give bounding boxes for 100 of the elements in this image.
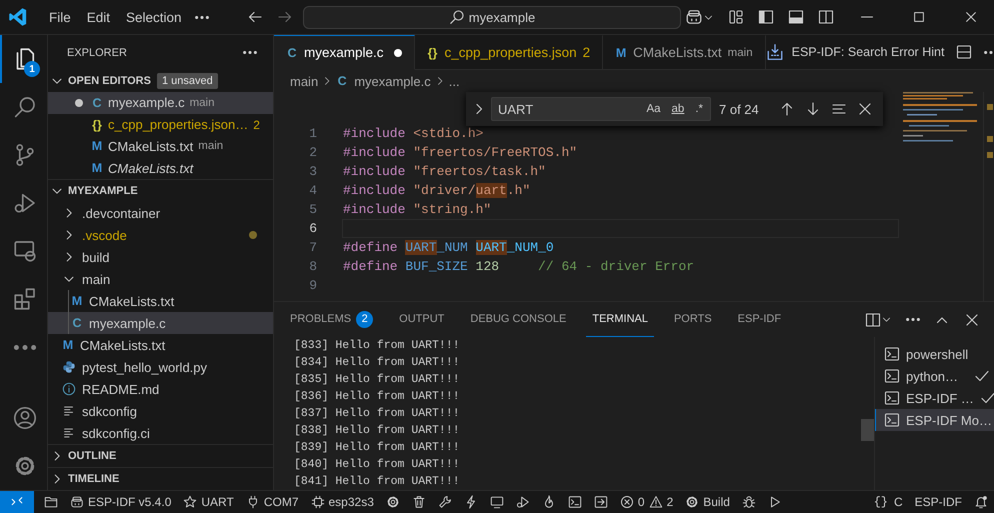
error-icon	[620, 495, 634, 509]
panel-tab[interactable]: PROBLEMS 2	[284, 302, 380, 337]
panel-tab[interactable]: OUTPUT	[393, 302, 450, 337]
open-editor-item[interactable]: M CMakeLists.txt	[48, 157, 273, 179]
code-line: #include "freertos/task.h"	[343, 164, 546, 179]
command-center-search[interactable]: myexample	[303, 6, 681, 28]
terminal-line: [840] Hello from UART!!!	[294, 457, 461, 473]
line-number: 1	[308, 126, 317, 141]
more-icon	[194, 16, 209, 18]
find-option-toggle[interactable]: ab	[668, 101, 688, 117]
arrow-right-icon	[277, 9, 293, 25]
play-bug-icon	[12, 191, 36, 215]
sidebar-left-icon	[758, 9, 774, 25]
menu-item[interactable]: File	[42, 6, 78, 28]
file-tree-item[interactable]: sdkconfig.ci	[48, 422, 273, 444]
open-editor-item[interactable]: {} c_cpp_properties.json… 2	[48, 114, 273, 136]
modified-dot-icon	[249, 231, 257, 239]
robot-icon	[70, 495, 84, 509]
editor-tab[interactable]: C myexample.c	[274, 35, 415, 70]
count-badge: 2	[356, 310, 374, 328]
find-input[interactable]: UART Aa ab .*	[491, 97, 711, 121]
file-tree-item[interactable]: .vscode	[48, 224, 273, 246]
lines-icon	[62, 404, 76, 418]
terminal-icon	[884, 346, 900, 362]
code-line: #include "freertos/FreeRTOS.h"	[343, 145, 578, 160]
file-tree-item[interactable]: README.md	[48, 378, 273, 400]
file-tree-item[interactable]: .devcontainer	[48, 202, 273, 224]
menu-item[interactable]: Selection	[119, 6, 189, 28]
find-option-toggle[interactable]: .*	[692, 101, 706, 117]
code-line: #include "string.h"	[343, 202, 492, 217]
section-title: MYEXAMPLE	[68, 185, 138, 197]
line-number: 4	[308, 183, 317, 198]
layout-icon	[728, 9, 744, 25]
section-header[interactable]: OPEN EDITORS 1 unsaved	[48, 70, 273, 92]
line-number: 7	[308, 240, 317, 255]
status-item[interactable]: ESP-IDF v5.4.0	[64, 491, 178, 513]
status-item[interactable]: COM7	[240, 491, 304, 513]
check-icon	[974, 368, 990, 384]
line-number: 2	[308, 145, 317, 160]
panel-tab[interactable]: PORTS	[668, 302, 718, 337]
robot-icon	[685, 8, 703, 26]
file-tree-item[interactable]: M CMakeLists.txt	[48, 334, 273, 356]
scrollbar-thumb[interactable]	[861, 419, 874, 441]
file-tree-item[interactable]: C myexample.c	[48, 312, 273, 334]
terminal-line: [835] Hello from UART!!!	[294, 372, 461, 388]
panel-tab[interactable]: ESP-IDF	[732, 302, 788, 337]
line-number: 9	[308, 278, 317, 293]
account-icon	[12, 406, 36, 430]
editor-tab[interactable]: M CMakeLists.txt main	[603, 35, 766, 70]
breadcrumb-item[interactable]: ...	[448, 74, 460, 88]
terminal-list-item[interactable]: ESP-IDF Mo…	[875, 409, 994, 431]
open-editor-item[interactable]: C myexample.c main	[48, 92, 273, 114]
split-icon	[865, 312, 881, 328]
count-badge: 1	[24, 61, 40, 77]
terminal-line: [837] Hello from UART!!!	[294, 406, 461, 422]
gear-icon	[685, 495, 700, 509]
section-title: OPEN EDITORS	[68, 75, 151, 87]
status-item[interactable]: esp32s3	[304, 491, 380, 513]
panel-tab[interactable]: TERMINAL	[586, 302, 654, 337]
breadcrumb-item[interactable]: C myexample.c	[336, 74, 431, 88]
arrow-up-icon	[779, 101, 795, 117]
find-option-toggle[interactable]: Aa	[643, 101, 664, 117]
editor-tab[interactable]: {} c_cpp_properties.json 2	[414, 35, 604, 70]
terminal-line: [834] Hello from UART!!!	[294, 355, 461, 371]
problems-status[interactable]: 0 2	[614, 491, 680, 513]
star-icon	[183, 495, 198, 509]
gear-icon	[386, 495, 400, 509]
arrow-down-icon	[805, 101, 821, 117]
split-icon	[818, 9, 834, 25]
search-error-hint-button[interactable]: ESP-IDF: Search Error Hint	[766, 43, 944, 61]
bug-icon	[742, 495, 756, 509]
warning-icon	[648, 495, 663, 509]
open-editor-item[interactable]: M CMakeLists.txt main	[48, 136, 273, 158]
chip-icon	[310, 495, 324, 509]
terminal-list-item[interactable]: ESP-IDF …	[875, 387, 994, 409]
file-tree-item[interactable]: sdkconfig	[48, 400, 273, 422]
wrench-icon	[438, 495, 452, 509]
more-icon	[906, 318, 920, 321]
code-line: #include <stdio.h>	[343, 126, 484, 141]
terminal-list-item[interactable]: python…	[875, 365, 994, 387]
terminal-line: [838] Hello from UART!!!	[294, 423, 461, 439]
breadcrumb-item[interactable]: main	[290, 74, 318, 88]
file-tree-item[interactable]: build	[48, 246, 273, 268]
line-number: 5	[308, 202, 317, 217]
status-item[interactable]: UART	[177, 491, 240, 513]
menu-item[interactable]: Edit	[80, 6, 118, 28]
status-item[interactable]: {} C	[868, 491, 909, 513]
panel-tab[interactable]: DEBUG CONSOLE	[464, 302, 572, 337]
section-title: TIMELINE	[68, 473, 120, 485]
file-tree-item[interactable]: M CMakeLists.txt	[48, 290, 273, 312]
section-header[interactable]: MYEXAMPLE	[48, 179, 273, 202]
close-icon	[964, 10, 978, 24]
file-tree-item[interactable]: pytest_hello_world.py	[48, 356, 273, 378]
file-tree-item[interactable]: main	[48, 268, 273, 290]
python-icon	[62, 360, 76, 374]
status-item[interactable]: Build	[679, 491, 736, 513]
status-item[interactable]: ESP-IDF	[908, 491, 968, 513]
terminal-line: [841] Hello from UART!!!	[294, 474, 461, 490]
terminal-list-item[interactable]: powershell	[875, 343, 994, 365]
section-header[interactable]: OUTLINE	[48, 444, 273, 467]
